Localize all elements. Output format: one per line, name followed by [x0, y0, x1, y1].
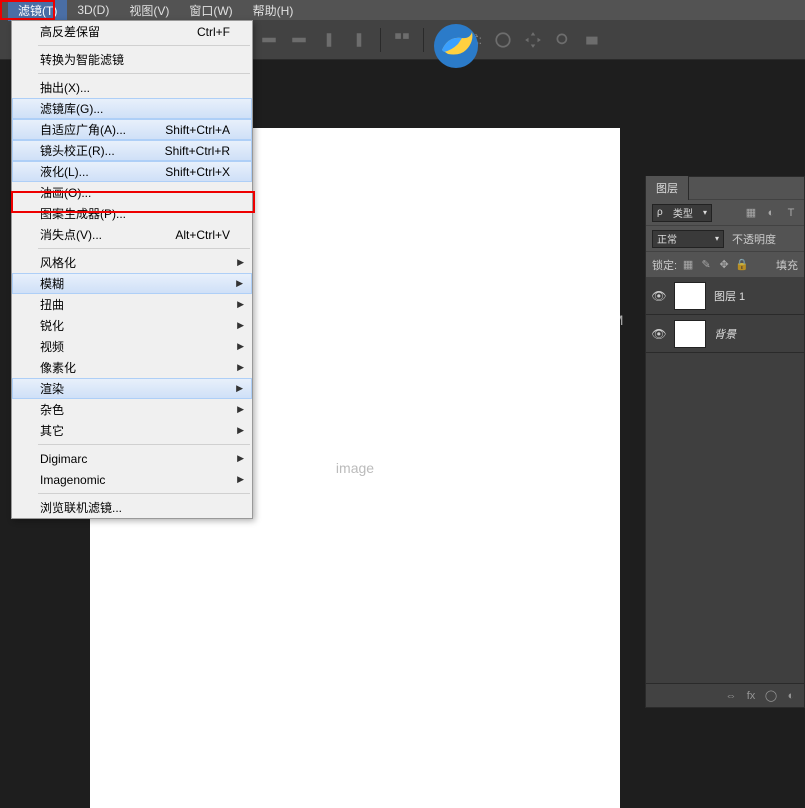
- menu-separator: [38, 248, 250, 249]
- menu-item[interactable]: Digimarc▶: [12, 448, 252, 469]
- zoom-3d-icon[interactable]: [554, 31, 572, 49]
- link-layers-icon[interactable]: ⇔: [724, 689, 738, 703]
- menu-item[interactable]: 液化(L)...Shift+Ctrl+X: [12, 161, 252, 182]
- layer-thumbnail[interactable]: [674, 282, 706, 310]
- menu-separator: [38, 493, 250, 494]
- menu-item[interactable]: 其它▶: [12, 420, 252, 441]
- menu-item[interactable]: 像素化▶: [12, 357, 252, 378]
- tool-icon-3[interactable]: [320, 31, 338, 49]
- submenu-arrow-icon: ▶: [236, 278, 243, 289]
- orbit-icon[interactable]: [494, 31, 512, 49]
- filter-type-select[interactable]: ρ 类型▾: [652, 204, 712, 222]
- filter-text-icon[interactable]: T: [784, 206, 798, 220]
- filter-pixel-icon[interactable]: ▦: [744, 206, 758, 220]
- submenu-arrow-icon: ▶: [237, 453, 244, 464]
- menu-item[interactable]: 高反差保留Ctrl+F: [12, 21, 252, 42]
- menu-item[interactable]: 模糊▶: [12, 273, 252, 294]
- lock-transparent-icon[interactable]: ▦: [681, 258, 695, 272]
- menu-item[interactable]: 滤镜库(G)...: [12, 98, 252, 119]
- menu-item[interactable]: 风格化▶: [12, 252, 252, 273]
- tool-icon-2[interactable]: [290, 31, 308, 49]
- layer-item[interactable]: 👁 背景: [646, 315, 804, 353]
- toolbar-separator-2: [423, 28, 424, 52]
- menu-separator: [38, 45, 250, 46]
- pan-icon[interactable]: [524, 31, 542, 49]
- menu-view[interactable]: 视图(V): [119, 0, 179, 21]
- menu-item[interactable]: 锐化▶: [12, 315, 252, 336]
- menu-item[interactable]: 油画(O)...: [12, 182, 252, 203]
- layer-name[interactable]: 图层 1: [714, 288, 745, 304]
- menu-help[interactable]: 帮助(H): [243, 0, 304, 21]
- submenu-arrow-icon: ▶: [237, 299, 244, 310]
- menu-item[interactable]: 镜头校正(R)...Shift+Ctrl+R: [12, 140, 252, 161]
- submenu-arrow-icon: ▶: [236, 383, 243, 394]
- layers-tab[interactable]: 图层: [646, 176, 689, 200]
- submenu-arrow-icon: ▶: [237, 425, 244, 436]
- menu-filter[interactable]: 滤镜(T): [8, 0, 67, 21]
- submenu-arrow-icon: ▶: [237, 474, 244, 485]
- menubar: 滤镜(T) 3D(D) 视图(V) 窗口(W) 帮助(H): [0, 0, 805, 20]
- layer-mask-icon[interactable]: ◯: [764, 689, 778, 703]
- submenu-arrow-icon: ▶: [237, 257, 244, 268]
- menu-window[interactable]: 窗口(W): [179, 0, 242, 21]
- layer-item[interactable]: 👁 图层 1: [646, 277, 804, 315]
- submenu-arrow-icon: ▶: [237, 320, 244, 331]
- menu-separator: [38, 73, 250, 74]
- menu-item[interactable]: 浏览联机滤镜...: [12, 497, 252, 518]
- visibility-icon[interactable]: 👁: [652, 327, 666, 341]
- layer-list: 👁 图层 1 👁 背景: [646, 277, 804, 683]
- submenu-arrow-icon: ▶: [237, 362, 244, 373]
- submenu-arrow-icon: ▶: [237, 404, 244, 415]
- camera-icon[interactable]: [584, 31, 602, 49]
- tool-icon-4[interactable]: [350, 31, 368, 49]
- fill-label: 填充: [776, 257, 798, 273]
- toolbar-separator: [380, 28, 381, 52]
- adjustment-layer-icon[interactable]: ◐: [784, 689, 798, 703]
- menu-item[interactable]: 消失点(V)...Alt+Ctrl+V: [12, 224, 252, 245]
- layer-filter-row: ρ 类型▾ ▦ ◐ T: [646, 199, 804, 225]
- layer-name[interactable]: 背景: [714, 326, 736, 342]
- filter-dropdown: 高反差保留Ctrl+F 转换为智能滤镜抽出(X)...滤镜库(G)...自适应广角…: [11, 20, 253, 519]
- lock-all-icon[interactable]: 🔒: [735, 258, 749, 272]
- app-logo: [432, 22, 480, 70]
- panel-tabs: 图层: [646, 177, 804, 199]
- submenu-arrow-icon: ▶: [237, 341, 244, 352]
- visibility-icon[interactable]: 👁: [652, 289, 666, 303]
- tool-icon-5[interactable]: [393, 31, 411, 49]
- lock-row: 锁定: ▦ ✎ ✥ 🔒 填充: [646, 251, 804, 277]
- menu-item[interactable]: 杂色▶: [12, 399, 252, 420]
- filter-adjust-icon[interactable]: ◐: [764, 206, 778, 220]
- menu-item[interactable]: 图案生成器(P)...: [12, 203, 252, 224]
- menu-separator: [38, 444, 250, 445]
- menu-item[interactable]: 抽出(X)...: [12, 77, 252, 98]
- menu-item[interactable]: Imagenomic▶: [12, 469, 252, 490]
- menu-item[interactable]: 转换为智能滤镜: [12, 49, 252, 70]
- menu-item[interactable]: 视频▶: [12, 336, 252, 357]
- layer-fx-icon[interactable]: fx: [744, 689, 758, 703]
- lock-label: 锁定:: [652, 257, 677, 273]
- menu-3d[interactable]: 3D(D): [67, 1, 119, 19]
- layers-panel-footer: ⇔ fx ◯ ◐: [646, 683, 804, 707]
- blend-mode-select[interactable]: 正常▾: [652, 230, 724, 248]
- lock-pixels-icon[interactable]: ✎: [699, 258, 713, 272]
- menu-item[interactable]: 扭曲▶: [12, 294, 252, 315]
- menu-item[interactable]: 渲染▶: [12, 378, 252, 399]
- lock-position-icon[interactable]: ✥: [717, 258, 731, 272]
- layers-panel: 图层 ρ 类型▾ ▦ ◐ T 正常▾ 不透明度 锁定: ▦ ✎ ✥ 🔒 填充 👁…: [645, 176, 805, 708]
- menu-item[interactable]: 自适应广角(A)...Shift+Ctrl+A: [12, 119, 252, 140]
- watermark: 三联网 3LIAN.COM: [490, 310, 624, 330]
- opacity-label: 不透明度: [732, 231, 776, 247]
- layer-thumbnail[interactable]: [674, 320, 706, 348]
- tool-icon-1[interactable]: [260, 31, 278, 49]
- blend-row: 正常▾ 不透明度: [646, 225, 804, 251]
